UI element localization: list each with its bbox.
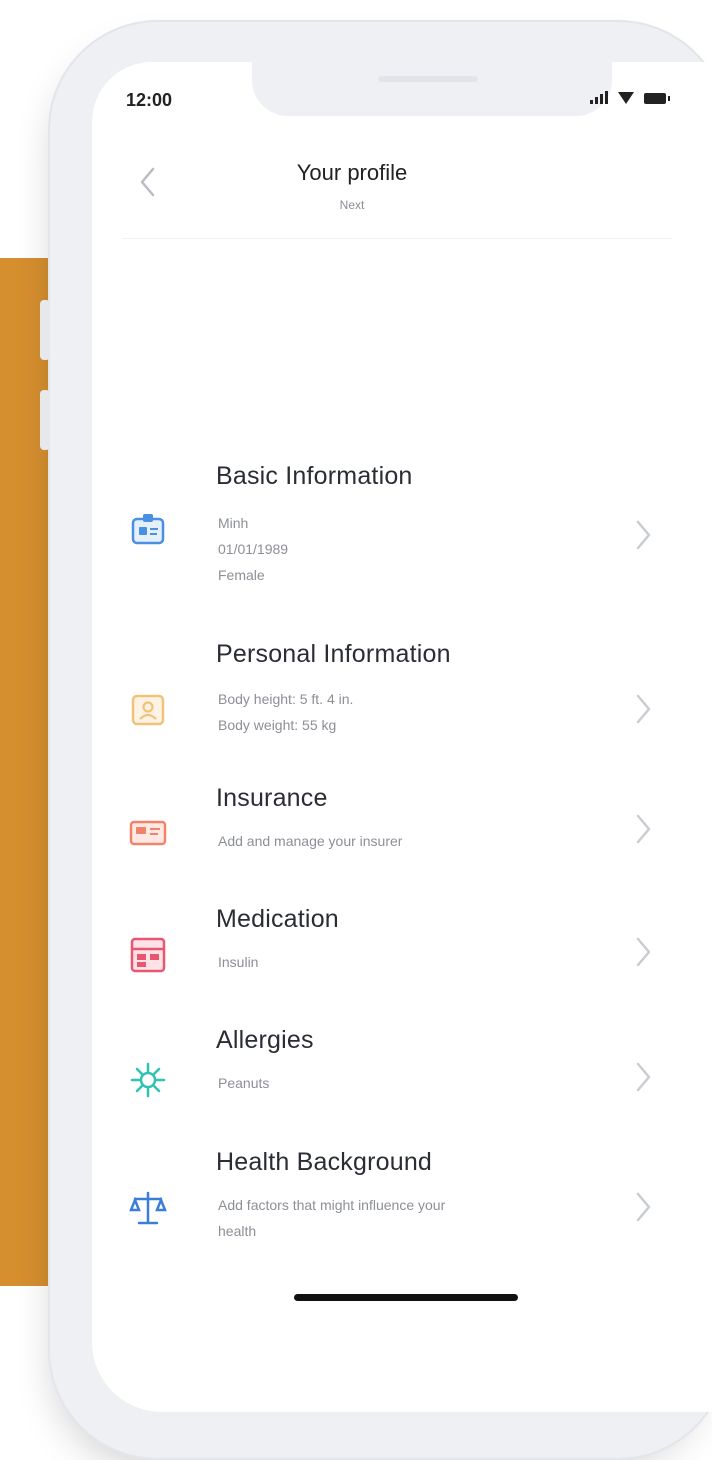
item-detail: Add factors that might influence your [218, 1197, 446, 1213]
phone-side-button [40, 300, 50, 360]
item-detail: Add and manage your insurer [218, 833, 403, 849]
header-divider [122, 238, 672, 239]
scale-icon [128, 1188, 168, 1228]
item-detail: Peanuts [218, 1075, 270, 1091]
chevron-right-icon [632, 812, 654, 846]
status-time: 12:00 [126, 90, 173, 110]
item-title: Insurance [216, 784, 328, 812]
status-icons [590, 90, 670, 104]
chevron-right-icon [632, 935, 654, 969]
item-detail: Minh [218, 515, 249, 531]
item-detail: Body weight: 55 kg [218, 717, 337, 733]
item-title: Personal Information [216, 640, 451, 668]
signal-icon [590, 90, 608, 104]
chevron-right-icon [632, 692, 654, 726]
medication-icon [128, 935, 168, 975]
profile-card-icon [128, 690, 168, 730]
item-detail: health [218, 1223, 257, 1239]
id-card-icon [128, 510, 168, 550]
item-detail: 01/01/1989 [218, 541, 289, 557]
insurance-card-icon [128, 812, 168, 852]
home-indicator[interactable] [294, 1294, 518, 1301]
phone-side-button [40, 390, 50, 450]
page-subtitle: Next [339, 198, 365, 212]
speaker [378, 76, 478, 82]
item-title: Basic Information [216, 462, 413, 490]
chevron-right-icon [632, 1190, 654, 1224]
notch [252, 62, 612, 116]
item-title: Allergies [216, 1026, 314, 1054]
phone-screen: 12:00 Your profile Next Basic Informatio… [92, 62, 712, 1412]
chevron-right-icon [632, 518, 654, 552]
item-title: Health Background [216, 1148, 433, 1176]
chevron-right-icon [632, 1060, 654, 1094]
item-detail: Insulin [218, 954, 259, 970]
allergy-icon [128, 1060, 168, 1100]
page-title: Your profile [296, 160, 408, 185]
item-detail: Body height: 5 ft. 4 in. [218, 691, 354, 707]
wifi-icon [618, 92, 634, 104]
item-title: Medication [216, 905, 339, 933]
item-detail: Female [218, 567, 265, 583]
battery-icon [644, 93, 670, 104]
